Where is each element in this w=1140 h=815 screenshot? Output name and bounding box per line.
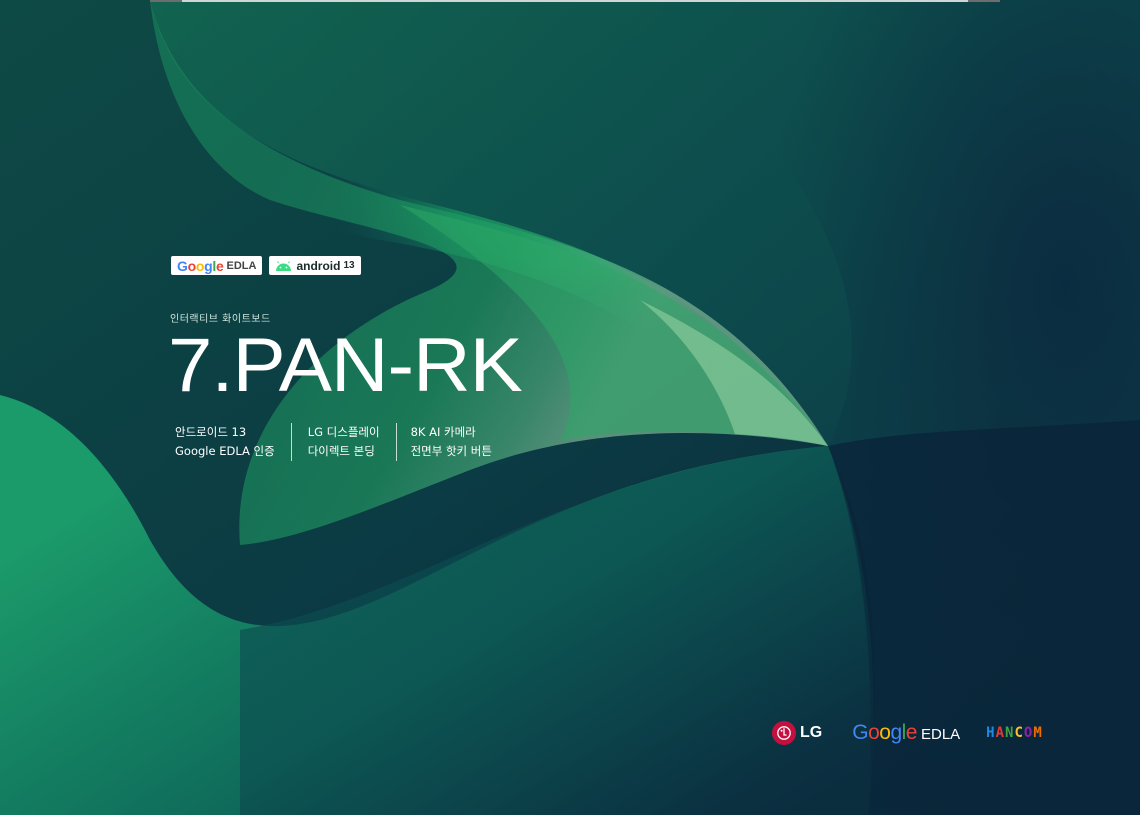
- top-edge-cap: [150, 0, 182, 2]
- android-version: 13: [343, 260, 355, 271]
- feature-line: 8K AI 카메라: [410, 425, 476, 439]
- lg-logo: LG: [772, 721, 822, 745]
- google-edla-badge: Google EDLA: [171, 256, 263, 275]
- android-label: android: [296, 258, 341, 273]
- brochure-cover: Google EDLA android 13 인터랙티브 화이트보드 7.PAN…: [0, 0, 1140, 815]
- partner-logos: LG Google EDLA HANCOM: [772, 719, 1043, 747]
- top-edge-cap: [968, 0, 1000, 2]
- android-robot-icon: [276, 260, 292, 271]
- lg-face-icon: [772, 721, 796, 745]
- feature-line: LG 디스플레이: [307, 425, 380, 439]
- android-13-badge: android 13: [269, 256, 361, 275]
- feature-list: 안드로이드 13 Google EDLA 인증 LG 디스플레이 다이렉트 본딩…: [175, 423, 524, 461]
- certification-badges: Google EDLA android 13: [171, 256, 361, 275]
- top-edge-line: [150, 0, 1000, 2]
- product-model-title: 7.PAN-RK: [168, 323, 523, 408]
- google-edla-logo: Google EDLA: [852, 721, 960, 745]
- edla-label: EDLA: [226, 259, 257, 272]
- feature-line: 다이렉트 본딩: [307, 444, 375, 458]
- feature-item: LG 디스플레이 다이렉트 본딩: [308, 423, 397, 461]
- feature-item: 8K AI 카메라 전면부 핫키 버튼: [411, 423, 508, 461]
- feature-line: 안드로이드 13: [175, 425, 247, 439]
- google-logo: Google: [177, 257, 224, 274]
- edla-wordmark: EDLA: [920, 726, 961, 743]
- feature-line: 전면부 핫키 버튼: [410, 444, 492, 458]
- feature-line: Google EDLA 인증: [175, 444, 275, 458]
- google-wordmark: Google: [852, 721, 917, 744]
- hancom-logo: HANCOM: [986, 725, 1043, 741]
- lg-wordmark: LG: [800, 724, 823, 741]
- feature-item: 안드로이드 13 Google EDLA 인증: [175, 423, 292, 461]
